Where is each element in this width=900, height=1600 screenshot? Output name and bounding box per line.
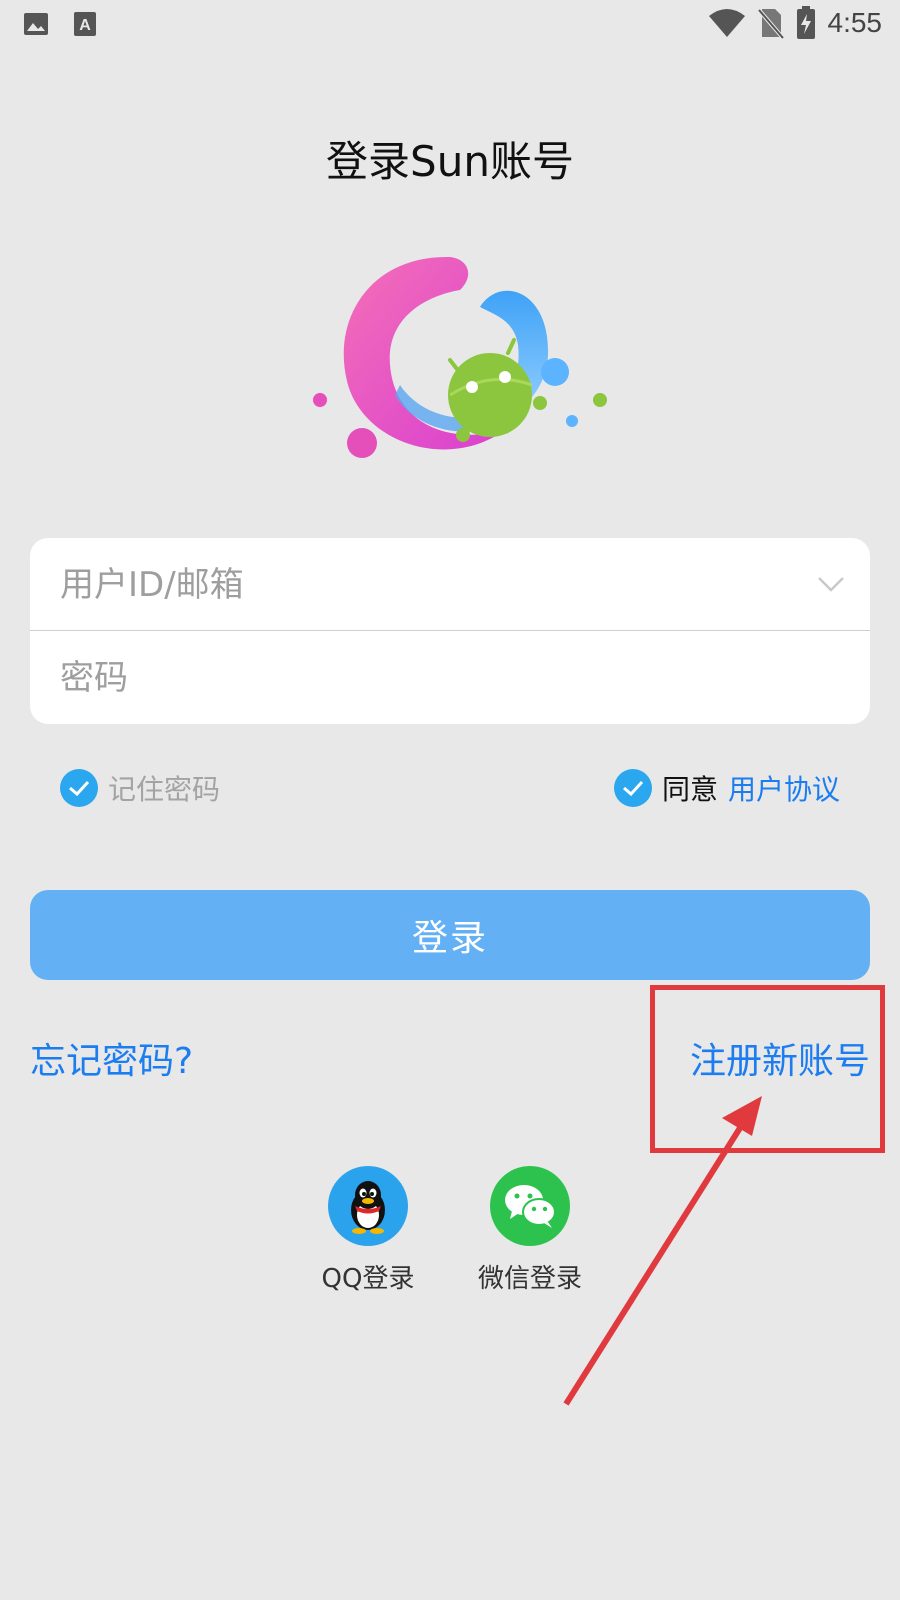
wechat-login-label: 微信登录	[477, 1264, 582, 1294]
status-bar: A 4:55	[0, 0, 900, 52]
forgot-password-link[interactable]: 忘记密码?	[30, 1032, 193, 1084]
agree-terms-checkbox[interactable]: 同意 用户协议	[613, 768, 840, 808]
no-sim-icon	[757, 8, 784, 39]
user-id-input[interactable]	[60, 538, 780, 631]
remember-password-checkbox[interactable]: 记住密码	[60, 768, 220, 808]
user-id-row	[30, 538, 870, 631]
page-title: 登录Sun账号	[326, 137, 574, 186]
login-button[interactable]: 登录	[30, 890, 870, 980]
svg-text:A: A	[79, 17, 91, 34]
user-agreement-link[interactable]: 用户协议	[728, 768, 840, 808]
options-row: 记住密码 同意 用户协议	[60, 768, 840, 810]
remember-password-label: 记住密码	[108, 773, 221, 806]
login-screen: A 4:55 登录Sun账号 用户ID/邮箱 记住密码 同意 用户协议 登录 忘…	[0, 0, 900, 1600]
qq-login-label: QQ登录	[321, 1264, 415, 1294]
annotation-highlight-box	[650, 985, 885, 1153]
password-row	[30, 631, 870, 724]
qq-login-button[interactable]: QQ登录	[308, 1166, 428, 1295]
check-icon	[60, 769, 98, 807]
agree-label: 同意	[661, 773, 718, 806]
password-input[interactable]	[60, 631, 780, 724]
wechat-icon	[490, 1166, 570, 1246]
wechat-login-button[interactable]: 微信登录	[470, 1166, 590, 1295]
qq-penguin-icon	[328, 1166, 408, 1246]
battery-charging-icon	[796, 6, 815, 39]
login-form-card	[30, 538, 870, 724]
text-a-icon: A	[74, 12, 96, 36]
chevron-down-icon[interactable]	[816, 572, 846, 596]
check-icon	[613, 769, 652, 807]
clock-time: 4:55	[827, 7, 883, 38]
app-logo	[313, 256, 607, 458]
image-icon	[24, 13, 48, 35]
wifi-icon	[708, 9, 745, 37]
